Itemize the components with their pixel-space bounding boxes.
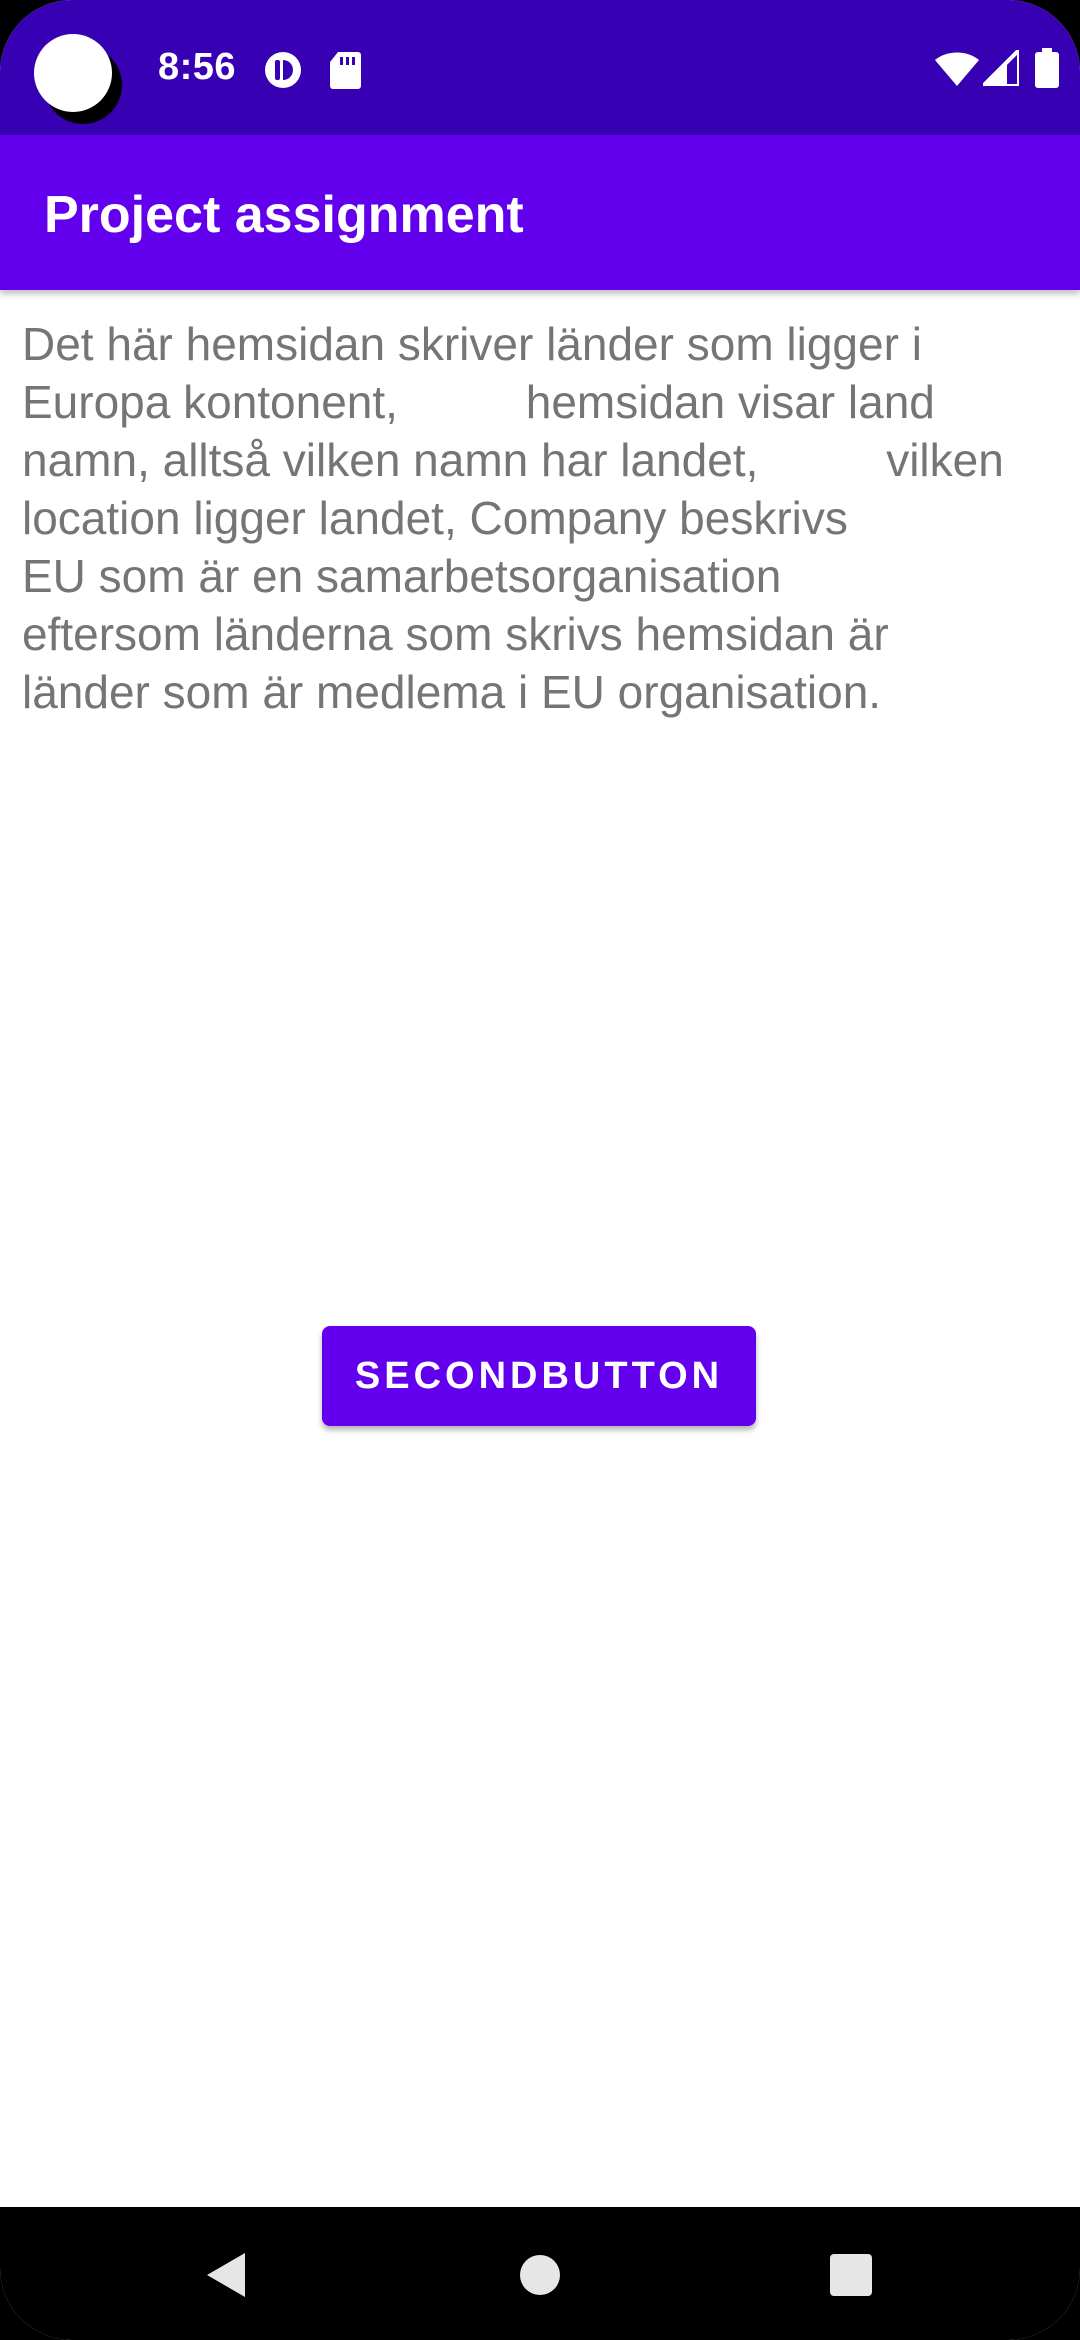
home-icon[interactable] (519, 2254, 561, 2301)
camera-cutout (34, 34, 112, 112)
app-title: Project assignment (44, 186, 524, 244)
screen: 8:56 Project assignment Det här hemsidan… (0, 0, 1080, 2340)
status-time: 8:56 (158, 46, 237, 88)
back-icon[interactable] (203, 2251, 247, 2304)
status-bar: 8:56 (0, 0, 1080, 135)
wifi-icon (935, 52, 979, 86)
navigation-bar (0, 2207, 1080, 2340)
signal-icon (983, 50, 1019, 86)
data-saver-icon (263, 50, 303, 90)
app-bar: Project assignment (0, 135, 1080, 290)
description-text: Det här hemsidan skriver länder som ligg… (22, 318, 1004, 718)
battery-icon (1035, 48, 1059, 88)
second-button[interactable]: SECONDBUTTON (322, 1326, 756, 1426)
recents-icon[interactable] (829, 2253, 873, 2302)
sd-card-icon (328, 50, 362, 90)
